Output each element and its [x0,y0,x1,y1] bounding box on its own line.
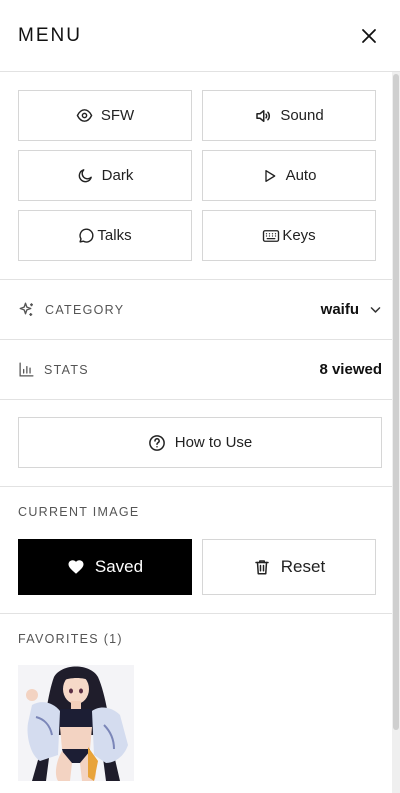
eye-icon [76,109,93,122]
chat-bubble-icon [79,228,94,243]
dark-toggle-button[interactable]: Dark [18,150,192,201]
stats-section: STATS 8 viewed [0,340,400,400]
saved-button[interactable]: Saved [18,539,192,595]
how-to-use-label: How to Use [174,434,253,451]
toggle-section: SFW Sound Dark Auto Talks Keys [0,72,400,280]
scrollbar-thumb[interactable] [393,74,399,730]
stats-value: 8 viewed [319,361,382,378]
close-icon [362,28,376,43]
trash-icon [255,560,269,575]
category-select[interactable]: waifu [321,301,382,318]
reset-label: Reset [280,557,326,576]
close-button[interactable] [356,23,382,49]
talks-label: Talks [97,227,132,244]
sfw-toggle-button[interactable]: SFW [18,90,192,141]
keyboard-icon [263,229,280,242]
sparkle-icon [19,302,33,316]
category-label: CATEGORY [45,302,125,317]
play-icon [264,169,275,182]
favorite-thumbnail[interactable] [18,665,134,781]
bar-chart-icon [19,362,34,377]
sound-label: Sound [280,107,324,124]
chevron-down-icon [370,307,381,313]
category-value: waifu [320,301,359,318]
keys-label: Keys [282,227,316,244]
stats-label: STATS [44,362,89,377]
howto-section: How to Use [0,400,400,487]
current-image-section: CURRENT IMAGE Saved Reset [0,487,400,614]
current-image-label: CURRENT IMAGE [18,505,140,519]
menu-title: MENU [18,24,82,46]
keys-toggle-button[interactable]: Keys [202,210,376,261]
anime-character-image [18,665,134,781]
speaker-icon [256,109,271,122]
dark-label: Dark [101,167,134,184]
favorites-section: FAVORITES (1) [0,614,400,781]
sfw-label: SFW [100,107,135,124]
question-circle-icon [148,434,165,451]
category-section: CATEGORY waifu [0,280,400,340]
talks-toggle-button[interactable]: Talks [18,210,192,261]
favorites-label: FAVORITES (1) [18,632,123,646]
moon-icon [78,169,92,183]
how-to-use-button[interactable]: How to Use [18,417,382,468]
reset-button[interactable]: Reset [202,539,376,595]
sound-toggle-button[interactable]: Sound [202,90,376,141]
heart-icon [68,560,84,574]
auto-label: Auto [285,167,317,184]
menu-header: MENU [0,0,400,72]
auto-toggle-button[interactable]: Auto [202,150,376,201]
saved-label: Saved [94,557,144,576]
